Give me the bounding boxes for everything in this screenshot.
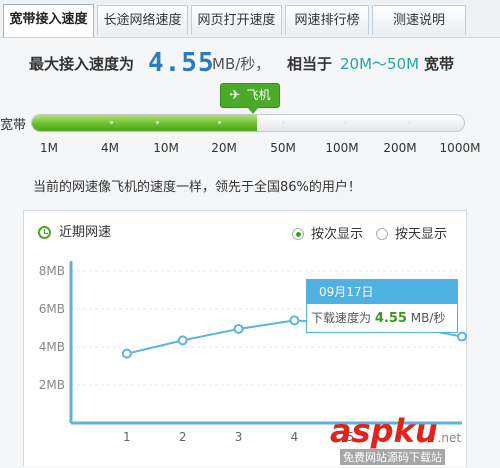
data-point xyxy=(457,331,467,342)
y-tick-label: 6MB xyxy=(39,302,65,316)
watermark-main: aspku xyxy=(330,412,438,450)
data-point xyxy=(289,315,300,326)
bar-label: 宽带 xyxy=(0,118,27,133)
data-point xyxy=(121,348,132,359)
bar-tick-label: 200M xyxy=(383,141,417,155)
tooltip-date: 09月17日 xyxy=(307,280,457,304)
speed-value: 4.55 xyxy=(148,48,215,78)
bandwidth-range: 20M～50M xyxy=(340,55,420,73)
x-tick-label: 4 xyxy=(291,430,299,444)
tab-speed-ranking[interactable]: 网速排行榜 xyxy=(285,5,369,35)
plane-speed-marker: ✈ 飞机 xyxy=(220,83,280,114)
headline-suffix: 宽带 xyxy=(424,55,455,73)
bar-tick-label: 50M xyxy=(270,141,296,155)
x-tick-label: 1 xyxy=(123,430,131,444)
marker-label: 飞机 xyxy=(246,88,271,102)
bar-dot xyxy=(218,121,221,124)
chart-tooltip: 09月17日 下载速度为 4.55 MB/秒 xyxy=(306,279,458,333)
watermark-subtitle: 免费网站源码下载站 xyxy=(340,449,445,465)
watermark-logo: aspku.net xyxy=(330,412,461,450)
bar-dot xyxy=(344,121,347,124)
bar-tick-label: 1M xyxy=(40,141,58,155)
bar-dot xyxy=(110,121,113,124)
tab-broadband-speed[interactable]: 宽带接入速度 xyxy=(3,4,94,37)
max-speed-headline: 最大接入速度为 4.55 MB/秒， 相当于 20M～50M 宽带 xyxy=(0,44,500,84)
tooltip-label: 下载速度为 xyxy=(311,311,372,325)
headline-prefix: 最大接入速度为 xyxy=(29,55,135,73)
bar-dot xyxy=(408,121,411,124)
bar-dot xyxy=(156,121,159,124)
data-point xyxy=(233,323,244,334)
y-tick-label: 4MB xyxy=(39,340,65,354)
ranking-note: 当前的网速像飞机的速度一样，领先于全国86%的用户！ xyxy=(33,180,361,195)
bar-tick-label: 20M xyxy=(211,141,237,155)
x-tick-label: 2 xyxy=(179,430,187,444)
tooltip-body: 下载速度为 4.55 MB/秒 xyxy=(307,304,457,332)
tab-long-distance-speed[interactable]: 长途网络速度 xyxy=(97,5,188,35)
plane-icon: ✈ xyxy=(229,88,241,103)
tooltip-unit: MB/秒 xyxy=(410,311,446,325)
y-tick-label: 2MB xyxy=(39,378,65,392)
bar-ticks: 1M 4M 10M 20M 50M 100M 200M 1000M xyxy=(0,141,500,159)
y-tick-label: 8MB xyxy=(39,264,65,278)
headline-equiv: 相当于 xyxy=(287,55,333,73)
bar-tick-label: 1000M xyxy=(439,141,481,155)
tab-page-open-speed[interactable]: 网页打开速度 xyxy=(191,5,282,35)
bar-dot xyxy=(282,121,285,124)
tab-bar: 宽带接入速度 长途网络速度 网页打开速度 网速排行榜 测速说明 xyxy=(0,0,500,38)
bar-tick-label: 4M xyxy=(101,141,119,155)
tab-speed-test-info[interactable]: 测速说明 xyxy=(372,5,466,35)
x-tick-label: 3 xyxy=(235,430,243,444)
speed-unit: MB/秒， xyxy=(212,55,271,73)
watermark-tld: .net xyxy=(437,431,462,445)
data-point xyxy=(177,335,188,346)
bar-tick-label: 100M xyxy=(325,141,359,155)
tooltip-value: 4.55 xyxy=(374,311,407,326)
speed-progress-bar xyxy=(31,114,465,132)
bar-tick-label: 10M xyxy=(153,141,179,155)
speed-progress-fill xyxy=(32,115,257,131)
